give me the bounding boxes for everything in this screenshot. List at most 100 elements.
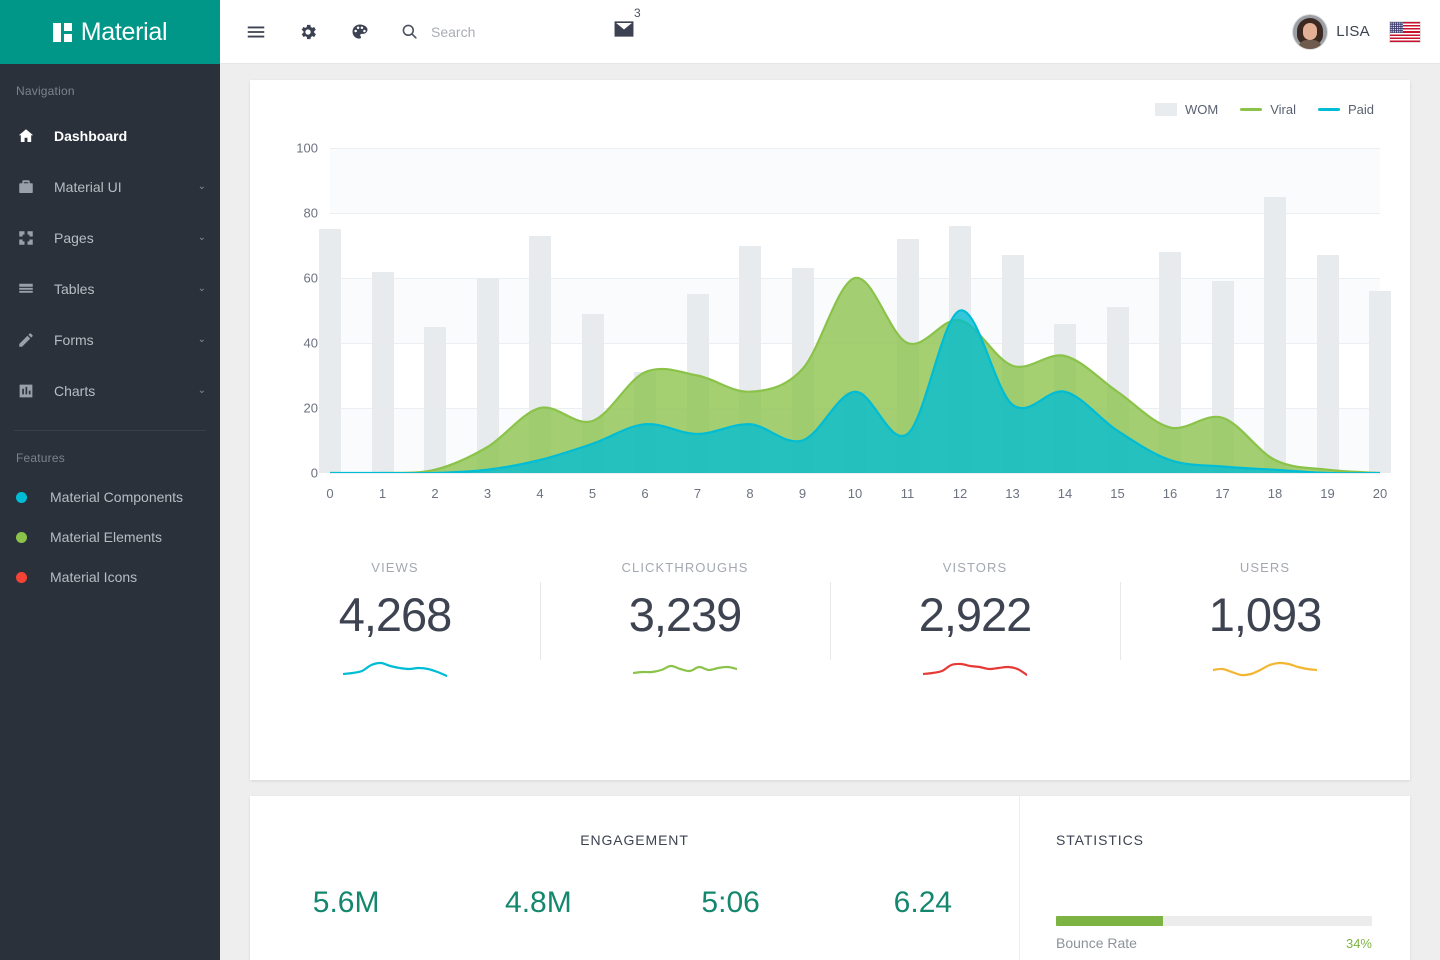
- chevron-down-icon: ⌄: [198, 182, 206, 192]
- legend-item-wom[interactable]: WOM: [1155, 102, 1218, 117]
- sidebar-item-label: Forms: [54, 332, 198, 348]
- gear-icon[interactable]: [290, 14, 326, 50]
- engagement-value: 5:06: [701, 886, 759, 919]
- chart-x-tick: 5: [589, 486, 596, 501]
- chart-x-tick: 9: [799, 486, 806, 501]
- pages-icon: [16, 228, 36, 248]
- sidebar-item-tables[interactable]: Tables ⌄: [0, 263, 220, 314]
- chart-y-tick: 100: [250, 141, 318, 156]
- chart-x-tick: 6: [641, 486, 648, 501]
- overview-card: WOM Viral Paid 020406080100 012345678910…: [250, 80, 1410, 780]
- palette-icon[interactable]: [342, 14, 378, 50]
- chart-x-tick: 16: [1163, 486, 1177, 501]
- chart-plot-area: [330, 148, 1380, 473]
- kpi-label: VISTORS: [840, 560, 1110, 575]
- sparkline-views: [260, 660, 530, 682]
- features-section-title: Features: [0, 431, 220, 477]
- us-flag-icon[interactable]: [1390, 22, 1420, 42]
- sidebar-item-label: Material UI: [54, 179, 198, 195]
- chart-x-tick: 13: [1005, 486, 1019, 501]
- messages-button[interactable]: 3: [613, 20, 635, 43]
- sidebar-item-material-icons[interactable]: Material Icons: [0, 557, 220, 597]
- chart-x-tick: 15: [1110, 486, 1124, 501]
- bounce-rate-fill: [1056, 916, 1163, 926]
- chevron-down-icon: ⌄: [198, 335, 206, 345]
- legend-item-paid[interactable]: Paid: [1318, 102, 1374, 117]
- sidebar-item-material-elements[interactable]: Material Elements: [0, 517, 220, 557]
- chart-y-tick: 60: [250, 271, 318, 286]
- briefcase-icon: [16, 177, 36, 197]
- engagement-panel: ENGAGEMENT 5.6M 4.8M 5:06 6.24: [250, 796, 1020, 960]
- dashboard-grid-icon: [53, 23, 72, 42]
- engagement-value: 6.24: [894, 886, 952, 919]
- engagement-metric: 6.24: [827, 886, 1019, 920]
- kpi-label: CLICKTHROUGHS: [550, 560, 820, 575]
- traffic-area-chart: 020406080100 012345678910111213141516171…: [250, 138, 1410, 538]
- chart-x-axis: 01234567891011121314151617181920: [330, 486, 1380, 506]
- kpi-strip: VIEWS 4,268 CLICKTHROUGHS 3,239 VISTORS …: [250, 560, 1410, 682]
- bounce-rate-stat: Bounce Rate 34%: [1056, 916, 1372, 951]
- engagement-title: ENGAGEMENT: [250, 832, 1019, 848]
- chart-y-tick: 80: [250, 206, 318, 221]
- search-icon: [400, 22, 419, 41]
- chart-legend: WOM Viral Paid: [1155, 102, 1374, 117]
- sidebar-item-charts[interactable]: Charts ⌄: [0, 365, 220, 416]
- sidebar-item-forms[interactable]: Forms ⌄: [0, 314, 220, 365]
- search-box[interactable]: [400, 22, 581, 41]
- nav-section-title: Navigation: [0, 64, 220, 110]
- home-icon: [16, 126, 36, 146]
- sidebar-item-label: Material Icons: [50, 569, 137, 585]
- statistics-title: STATISTICS: [1056, 832, 1144, 848]
- pencil-icon: [16, 330, 36, 350]
- chart-gridline: [330, 473, 1380, 474]
- kpi-label: USERS: [1130, 560, 1400, 575]
- sparkline-users: [1130, 660, 1400, 682]
- kpi-users: USERS 1,093: [1120, 560, 1410, 682]
- sidebar-item-pages[interactable]: Pages ⌄: [0, 212, 220, 263]
- chart-x-tick: 3: [484, 486, 491, 501]
- chart-y-tick: 20: [250, 401, 318, 416]
- table-icon: [16, 279, 36, 299]
- chart-x-tick: 8: [746, 486, 753, 501]
- chart-x-tick: 7: [694, 486, 701, 501]
- chart-x-tick: 17: [1215, 486, 1229, 501]
- sidebar-item-label: Pages: [54, 230, 198, 246]
- kpi-label: VIEWS: [260, 560, 530, 575]
- sidebar-item-label: Tables: [54, 281, 198, 297]
- statistics-panel: STATISTICS Bounce Rate 34%: [1020, 796, 1410, 960]
- engagement-values: 5.6M 4.8M 5:06 6.24: [250, 886, 1019, 920]
- sparkline-clickthroughs: [550, 660, 820, 682]
- hamburger-menu-icon[interactable]: [238, 14, 274, 50]
- bounce-rate-percent: 34%: [1346, 936, 1372, 951]
- chart-y-tick: 40: [250, 336, 318, 351]
- kpi-value: 2,922: [840, 587, 1110, 642]
- search-input[interactable]: [431, 24, 581, 40]
- sidebar-item-label: Dashboard: [54, 128, 206, 144]
- engagement-value: 4.8M: [505, 886, 572, 919]
- chart-x-tick: 1: [379, 486, 386, 501]
- status-dot-icon: [16, 492, 27, 503]
- chart-x-tick: 0: [326, 486, 333, 501]
- chart-x-tick: 12: [953, 486, 967, 501]
- main-content: WOM Viral Paid 020406080100 012345678910…: [220, 64, 1440, 960]
- sidebar-item-label: Charts: [54, 383, 198, 399]
- brand-logo[interactable]: Material: [0, 0, 220, 64]
- chart-x-tick: 20: [1373, 486, 1387, 501]
- sidebar-item-material-components[interactable]: Material Components: [0, 477, 220, 517]
- legend-item-viral[interactable]: Viral: [1240, 102, 1296, 117]
- legend-label: WOM: [1185, 102, 1218, 117]
- sidebar-item-dashboard[interactable]: Dashboard: [0, 110, 220, 161]
- envelope-icon: [613, 20, 635, 43]
- chevron-down-icon: ⌄: [198, 284, 206, 294]
- sidebar-item-material-ui[interactable]: Material UI ⌄: [0, 161, 220, 212]
- status-dot-icon: [16, 572, 27, 583]
- header-right-group: LISA: [1293, 15, 1440, 49]
- chart-x-tick: 14: [1058, 486, 1072, 501]
- legend-swatch-icon: [1240, 108, 1262, 111]
- kpi-clickthroughs: CLICKTHROUGHS 3,239: [540, 560, 830, 682]
- engagement-statistics-card: ENGAGEMENT 5.6M 4.8M 5:06 6.24: [250, 796, 1410, 960]
- top-header: 3 LISA: [220, 0, 1440, 64]
- user-menu[interactable]: LISA: [1293, 15, 1370, 49]
- kpi-value: 4,268: [260, 587, 530, 642]
- sparkline-vistors: [840, 660, 1110, 682]
